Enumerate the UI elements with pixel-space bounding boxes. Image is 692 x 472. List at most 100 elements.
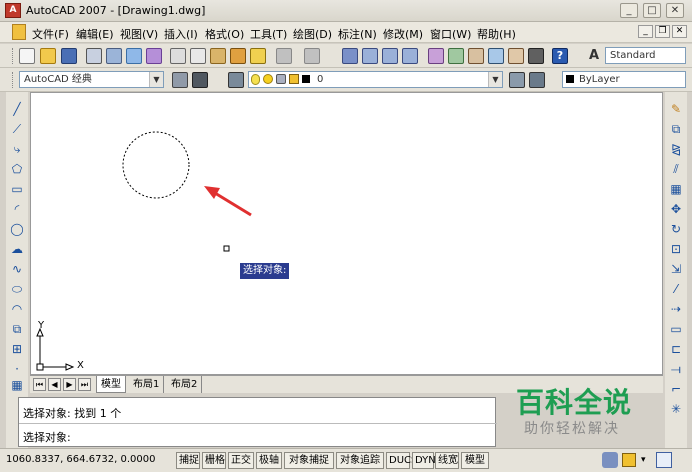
copy-icon[interactable] [190,48,206,64]
lineweight-toggle[interactable]: 线宽 [435,452,459,469]
calculator-icon[interactable] [528,48,544,64]
menu-help[interactable]: 帮助(H) [477,26,516,42]
ellipse-arc-icon[interactable]: ◠ [10,302,24,316]
maximize-button[interactable]: □ [643,3,661,18]
spline-icon[interactable]: ∿ [10,262,24,276]
new-icon[interactable] [19,48,35,64]
revision-cloud-icon[interactable]: ☁ [10,242,24,256]
snap-toggle[interactable]: 捕捉 [176,452,200,469]
scale-icon[interactable]: ⊡ [669,242,683,256]
text-style-combo[interactable]: Standard [605,47,686,64]
zoom-window-icon[interactable] [382,48,398,64]
coordinate-readout[interactable]: 1060.8337, 664.6732, 0.0000 [6,454,156,465]
my-workspace-icon[interactable] [192,72,208,88]
insert-block-icon[interactable]: ⧉ [10,322,24,336]
offset-icon[interactable]: ⫽ [669,162,683,176]
menu-edit[interactable]: 编辑(E) [76,26,114,42]
break-icon[interactable]: ▭ [669,322,683,336]
zoom-realtime-icon[interactable] [362,48,378,64]
model-toggle[interactable]: 模型 [461,452,489,469]
prev-tab-button[interactable]: ◀ [48,378,61,391]
menu-dimension[interactable]: 标注(N) [338,26,377,42]
workspace-settings-icon[interactable] [172,72,188,88]
layer-properties-icon[interactable] [228,72,244,88]
make-layer-current-icon[interactable] [509,72,525,88]
hatch-icon[interactable]: ▦ [10,378,24,392]
workspace-combo[interactable]: AutoCAD 经典 ▼ [19,71,164,88]
save-icon[interactable] [61,48,77,64]
next-tab-button[interactable]: ▶ [63,378,76,391]
minimize-button[interactable]: _ [620,3,638,18]
design-center-icon[interactable] [448,48,464,64]
cut-icon[interactable] [170,48,186,64]
undo-icon[interactable] [276,48,292,64]
doc-minimize-button[interactable]: _ [638,25,653,38]
redo-icon[interactable] [304,48,320,64]
document-menu-icon[interactable] [12,24,26,40]
osnap-toggle[interactable]: 对象捕捉 [284,452,334,469]
clean-screen-icon[interactable] [656,452,672,468]
drawing-canvas[interactable]: Y X [30,92,663,375]
doc-close-button[interactable]: ✕ [672,25,687,38]
3d-dwf-icon[interactable] [146,48,162,64]
explode-icon[interactable]: ✳ [669,402,683,416]
publish-icon[interactable] [126,48,142,64]
toolbar-lock-icon[interactable] [622,453,636,467]
open-icon[interactable] [40,48,56,64]
plot-preview-icon[interactable] [106,48,122,64]
polyline-icon[interactable]: ⤷ [10,142,24,156]
sheet-set-icon[interactable] [488,48,504,64]
text-style-icon[interactable]: A [586,48,602,64]
make-block-icon[interactable]: ⊞ [10,342,24,356]
status-menu-arrow-icon[interactable]: ▾ [641,455,646,465]
doc-restore-button[interactable]: ❐ [655,25,670,38]
arc-icon[interactable]: ◜ [10,202,24,216]
polar-toggle[interactable]: 极轴 [256,452,282,469]
tab-model[interactable]: 模型 [96,376,126,393]
fillet-icon[interactable]: ⌐ [669,382,683,396]
close-button[interactable]: ✕ [666,3,684,18]
menu-file[interactable]: 文件(F) [32,26,69,42]
pan-icon[interactable] [342,48,358,64]
help-icon[interactable]: ? [552,48,568,64]
first-tab-button[interactable]: ⏮ [33,378,46,391]
mirror-icon[interactable]: ⧎ [669,142,683,156]
line-icon[interactable]: ╱ [10,102,24,116]
array-icon[interactable]: ▦ [669,182,683,196]
tool-palettes-icon[interactable] [468,48,484,64]
print-icon[interactable] [86,48,102,64]
circle-icon[interactable]: ◯ [10,222,24,236]
chamfer-icon[interactable]: ⟞ [669,362,683,376]
polygon-icon[interactable]: ⬠ [10,162,24,176]
otrack-toggle[interactable]: 对象追踪 [336,452,384,469]
paste-icon[interactable] [210,48,226,64]
communication-center-icon[interactable] [602,452,618,468]
zoom-previous-icon[interactable] [402,48,418,64]
toolbar-grip-2[interactable] [12,72,15,88]
join-icon[interactable]: ⊏ [669,342,683,356]
block-editor-icon[interactable] [250,48,266,64]
menu-tools[interactable]: 工具(T) [250,26,287,42]
layer-combo[interactable]: 0 ▼ [248,71,503,88]
ortho-toggle[interactable]: 正交 [228,452,254,469]
tab-layout1[interactable]: 布局1 [129,376,165,393]
stretch-icon[interactable]: ⇲ [669,262,683,276]
selected-circle[interactable] [122,131,190,199]
move-icon[interactable]: ✥ [669,202,683,216]
rotate-icon[interactable]: ↻ [669,222,683,236]
color-combo[interactable]: ByLayer [562,71,686,88]
ducs-toggle[interactable]: DUCS [386,452,417,469]
grid-toggle[interactable]: 栅格 [202,452,226,469]
command-prompt[interactable]: 选择对象: [23,429,71,445]
construction-line-icon[interactable]: ⟋ [10,122,24,136]
menu-insert[interactable]: 插入(I) [164,26,198,42]
tab-layout2[interactable]: 布局2 [167,376,203,393]
last-tab-button[interactable]: ⏭ [78,378,91,391]
toolbar-grip[interactable] [12,48,15,64]
properties-icon[interactable] [428,48,444,64]
trim-icon[interactable]: ⁄ [669,282,683,296]
rectangle-icon[interactable]: ▭ [10,182,24,196]
menu-modify[interactable]: 修改(M) [383,26,423,42]
point-icon[interactable]: · [10,362,24,376]
menu-format[interactable]: 格式(O) [205,26,244,42]
